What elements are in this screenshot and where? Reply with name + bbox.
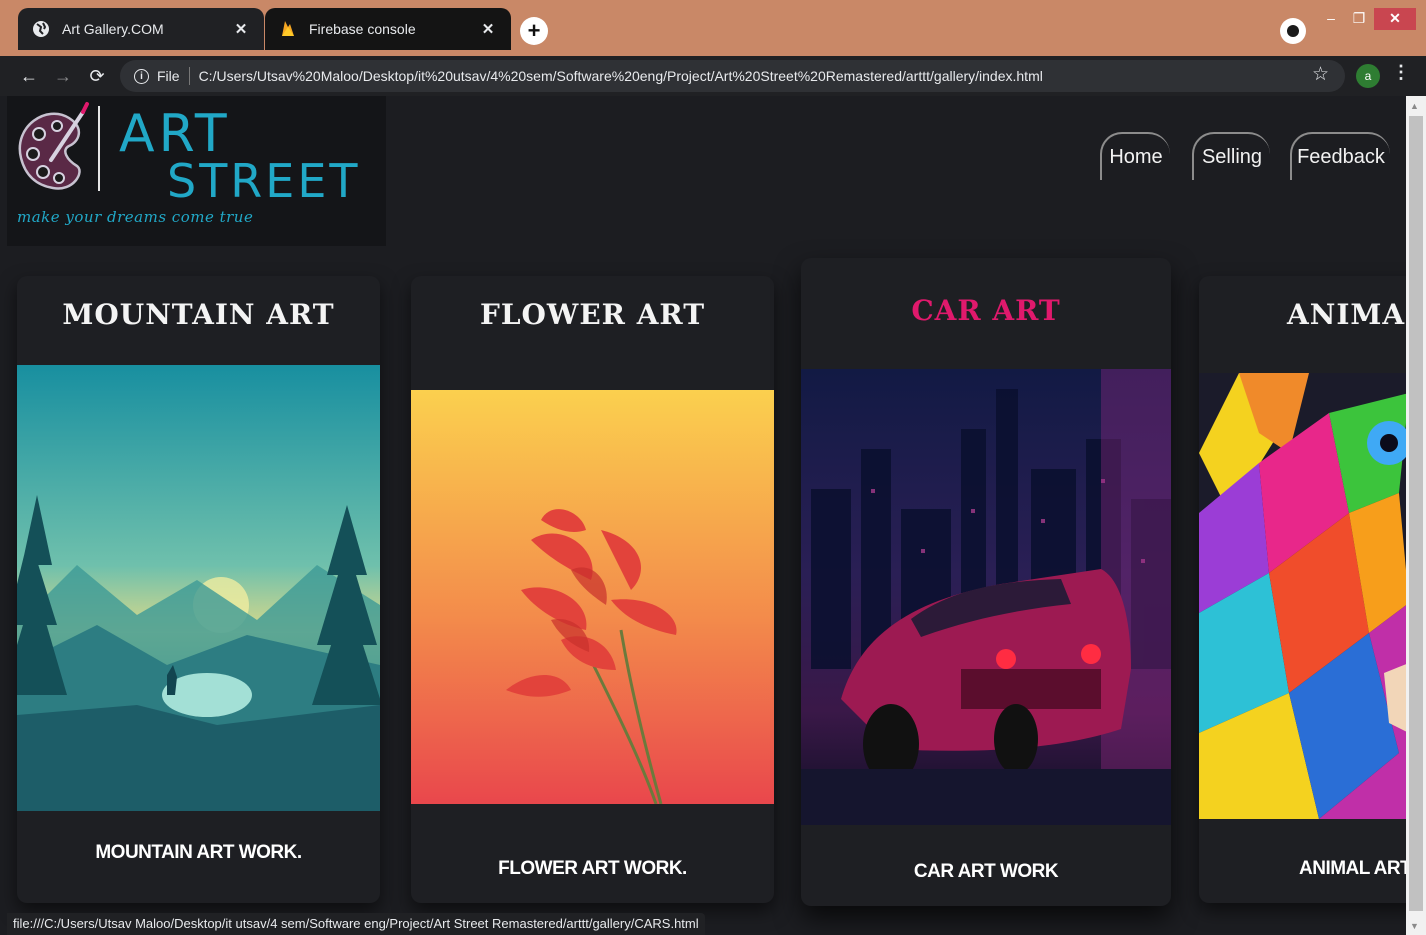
card-description: ANIMAL ART WORK. [1299,858,1426,879]
car-art-image[interactable] [801,369,1171,825]
url-text: C:/Users/Utsav%20Maloo/Desktop/it%20utsa… [198,68,1043,84]
close-tab-icon[interactable]: ✕ [479,20,497,38]
profile-avatar[interactable]: a [1356,64,1380,88]
new-tab-button[interactable]: + [520,17,548,45]
site-logo[interactable]: ART STREET make your dreams come true [7,96,386,246]
close-window-icon[interactable]: ✕ [1374,8,1416,30]
tab-title: Art Gallery.COM [62,21,164,37]
card-mountain-art[interactable]: MOUNTAIN ART MOUNTAIN ART WORK. [17,276,380,903]
page-viewport: ART STREET make your dreams come true Ho… [0,96,1426,935]
card-animal-art[interactable]: ANIMAL ART ANIMAL ART WORK. [1199,276,1426,903]
tab-firebase-console[interactable]: Firebase console ✕ [265,8,511,50]
card-title: FLOWER ART [479,298,706,331]
address-divider [188,67,190,85]
scrollbar-thumb[interactable] [1409,116,1423,911]
tab-title: Firebase console [309,21,416,37]
scheme-label: File [157,68,180,84]
scroll-up-arrow-icon[interactable]: ▲ [1410,101,1419,111]
minimize-icon[interactable]: – [1316,8,1346,30]
animal-art-image[interactable] [1199,373,1426,819]
card-title: MOUNTAIN ART [62,298,335,331]
firebase-flame-icon [279,20,297,38]
card-description: MOUNTAIN ART WORK. [95,842,302,863]
close-tab-icon[interactable]: ✕ [232,20,250,38]
card-description: CAR ART WORK [913,861,1059,882]
browser-toolbar: ← → ⟳ i File C:/Users/Utsav%20Maloo/Desk… [0,56,1426,96]
card-flower-art[interactable]: FLOWER ART FLOWER ART WORK. [411,276,774,903]
browser-title-bar: Art Gallery.COM ✕ Firebase console ✕ + –… [0,0,1426,56]
logo-word-street: STREET [167,154,361,208]
mountain-art-image[interactable] [17,365,380,811]
kebab-menu-icon[interactable]: ⋮ [1392,62,1410,83]
extension-icon[interactable] [1280,18,1306,44]
address-bar[interactable]: i File C:/Users/Utsav%20Maloo/Desktop/it… [120,60,1345,92]
info-icon[interactable]: i [134,68,149,84]
card-description: FLOWER ART WORK. [498,858,687,879]
globe-icon [32,20,50,38]
link-status-bar: file:///C:/Users/Utsav Maloo/Desktop/it … [7,913,705,935]
card-title: CAR ART [911,294,1061,327]
logo-tagline: make your dreams come true [17,208,254,226]
forward-arrow-icon[interactable]: → [46,66,80,87]
reload-icon[interactable]: ⟳ [80,66,114,87]
scroll-down-arrow-icon[interactable]: ▼ [1410,921,1419,931]
tab-art-gallery[interactable]: Art Gallery.COM ✕ [18,8,264,50]
restore-icon[interactable]: ❐ [1344,8,1374,30]
flower-art-image[interactable] [411,390,774,804]
nav-home-link[interactable]: Home [1100,132,1170,180]
bookmark-star-icon[interactable]: ☆ [1312,63,1329,86]
card-title: ANIMAL ART [1287,298,1426,331]
back-arrow-icon[interactable]: ← [12,66,46,87]
nav-feedback-link[interactable]: Feedback [1290,132,1390,180]
card-car-art[interactable]: CAR ART CAR ART WORK [801,258,1171,906]
nav-selling-link[interactable]: Selling [1192,132,1270,180]
